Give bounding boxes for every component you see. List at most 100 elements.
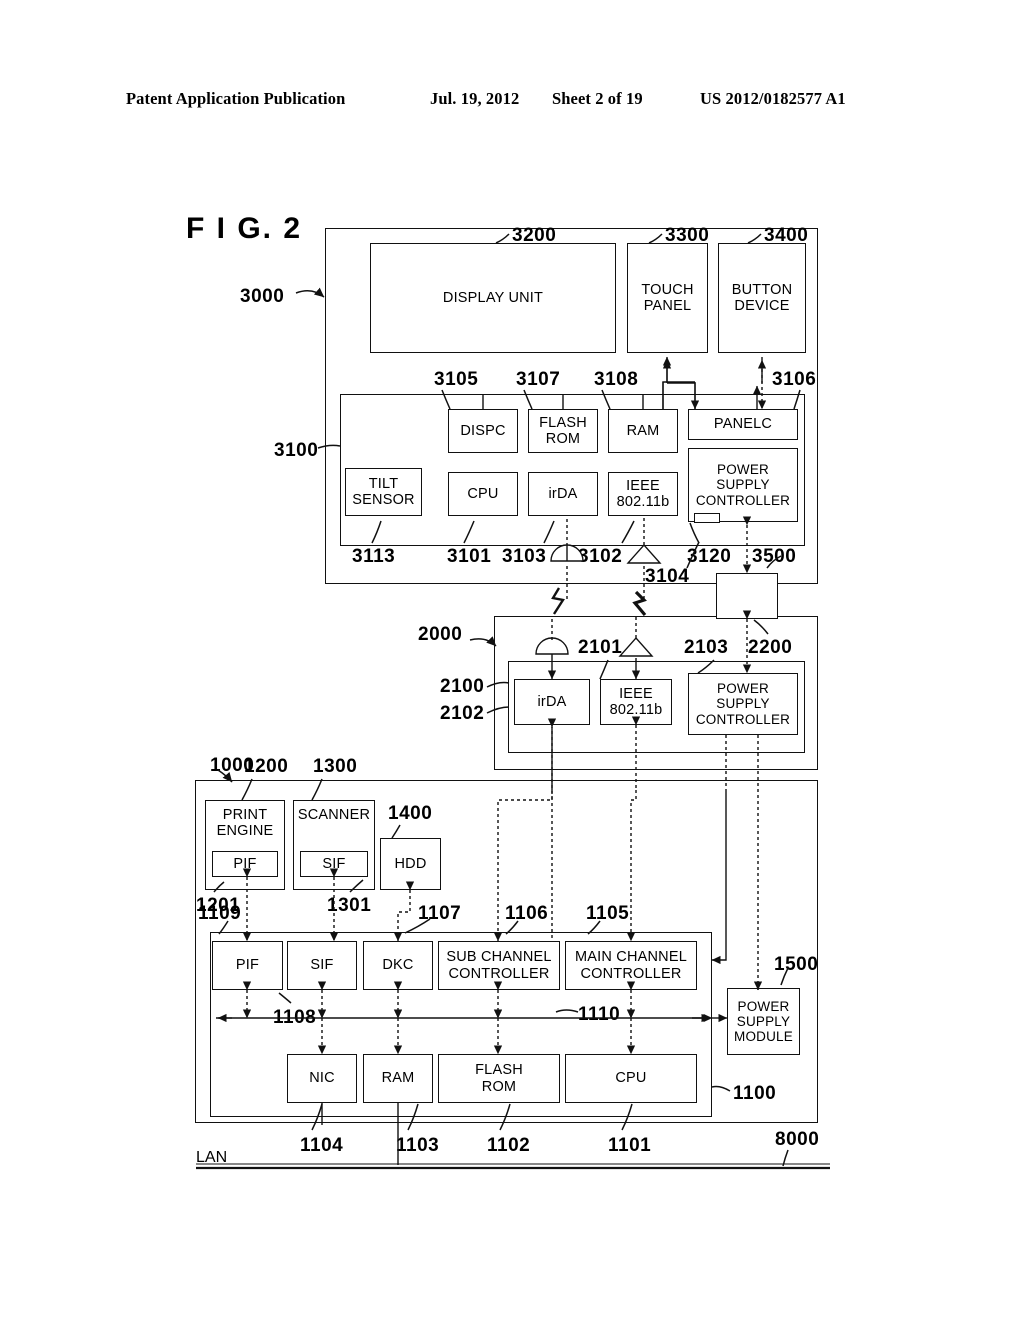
ref-1109: 1109	[198, 903, 242, 924]
ref-3105: 3105	[434, 369, 479, 390]
scanner-sif-box: SIF	[300, 851, 368, 877]
ram-3108-box: RAM	[608, 409, 678, 453]
main-channel-controller-box: MAIN CHANNEL CONTROLLER	[565, 941, 697, 990]
ref-2102: 2102	[440, 703, 485, 724]
ref-3113: 3113	[352, 546, 396, 567]
tilt-sensor-line2: SENSOR	[352, 492, 415, 508]
dispc-label: DISPC	[460, 422, 506, 439]
sub-channel-line1: SUB CHANNEL	[446, 949, 552, 966]
ref-3101: 3101	[447, 546, 492, 567]
flash-rom-1102-box: FLASH ROM	[438, 1054, 560, 1103]
psc-3120-line1: POWER	[716, 462, 769, 478]
ref-3108: 3108	[594, 369, 639, 390]
ieee-3102-line2: 802.11b	[616, 494, 670, 510]
ref-1400: 1400	[388, 803, 433, 824]
irda-2102-box: irDA	[514, 679, 590, 725]
touch-panel-label-line1: TOUCH	[641, 281, 694, 298]
psm-line3: MODULE	[734, 1029, 793, 1045]
scanner-sif-label: SIF	[322, 855, 346, 872]
cpu-1101-label: CPU	[615, 1070, 647, 1087]
tilt-sensor-box: TILT SENSOR	[345, 468, 422, 516]
ref-2100: 2100	[440, 676, 485, 697]
ref-3103: 3103	[502, 546, 547, 567]
ref-1103: 1103	[396, 1135, 440, 1156]
button-device-box: BUTTON DEVICE	[718, 243, 806, 353]
figure-sheet: Patent Application Publication Jul. 19, …	[0, 0, 1024, 1320]
panelc-box: PANELC	[688, 409, 798, 440]
ref-1105: 1105	[586, 903, 630, 924]
cpu-3101-label: CPU	[467, 485, 499, 502]
sif-1108-label: SIF	[310, 957, 334, 974]
display-unit-box: DISPLAY UNIT	[370, 243, 616, 353]
nic-1104-label: NIC	[309, 1070, 335, 1087]
ref-2101: 2101	[578, 637, 623, 658]
display-unit-label: DISPLAY UNIT	[442, 289, 544, 306]
flash-rom-1102-line1: FLASH	[475, 1062, 523, 1079]
irda-2102-label: irDA	[537, 693, 567, 710]
dock-connector-icon	[716, 573, 778, 619]
flash-rom-1102-line2: ROM	[481, 1078, 517, 1095]
main-channel-line1: MAIN CHANNEL	[575, 949, 687, 966]
ref-1110: 1110	[578, 1004, 621, 1025]
power-supply-module-box: POWER SUPPLY MODULE	[727, 988, 800, 1055]
ref-1301: 1301	[327, 895, 372, 916]
irda-3103-box: irDA	[528, 472, 598, 516]
ref-1107: 1107	[418, 903, 462, 924]
ref-3500: 3500	[752, 546, 797, 567]
header-sheet: Sheet 2 of 19	[552, 89, 643, 108]
ref-1104: 1104	[300, 1135, 344, 1156]
hdd-box: HDD	[380, 838, 441, 890]
cpu-3101-box: CPU	[448, 472, 518, 516]
psc-2103-line1: POWER	[716, 681, 769, 697]
psc-3120-line2: SUPPLY	[716, 477, 770, 493]
ref-1101: 1101	[608, 1135, 652, 1156]
pif-1109-box: PIF	[212, 941, 283, 990]
sub-channel-line2: CONTROLLER	[448, 965, 550, 982]
ram-3108-label: RAM	[626, 422, 660, 439]
panelc-label: PANELC	[713, 416, 773, 433]
header-left: Patent Application Publication	[126, 89, 346, 108]
nic-1104-box: NIC	[287, 1054, 357, 1103]
touch-panel-label-line2: PANEL	[643, 298, 692, 314]
flash-rom-3107-box: FLASH ROM	[528, 409, 598, 453]
touch-panel-box: TOUCH PANEL	[627, 243, 708, 353]
psc-2103-line2: SUPPLY	[716, 696, 770, 712]
ref-8000: 8000	[775, 1129, 820, 1150]
scanner-label: SCANNER	[297, 807, 371, 823]
ref-2103: 2103	[684, 637, 729, 658]
ref-1108: 1108	[273, 1007, 317, 1028]
ref-3200: 3200	[512, 225, 557, 246]
psc-3120-line3: CONTROLLER	[695, 492, 791, 508]
ref-1200: 1200	[244, 756, 289, 777]
header-date: Jul. 19, 2012	[430, 89, 520, 108]
ram-1103-label: RAM	[381, 1070, 415, 1087]
ieee-2101-line2: 802.11b	[609, 702, 663, 718]
flash-rom-3107-line2: ROM	[545, 431, 581, 447]
ieee-2101-line1: IEEE	[619, 685, 653, 702]
hdd-label: HDD	[394, 855, 427, 872]
button-device-label-line1: BUTTON	[731, 281, 793, 298]
ref-1106: 1106	[505, 903, 549, 924]
dkc-1107-box: DKC	[363, 941, 433, 990]
main-channel-line2: CONTROLLER	[580, 965, 682, 982]
ref-3000: 3000	[240, 286, 285, 307]
dkc-1107-label: DKC	[382, 957, 414, 974]
ref-1300: 1300	[313, 756, 358, 777]
pif-1109-label: PIF	[235, 957, 260, 974]
ref-2000: 2000	[418, 624, 463, 645]
button-device-label-line2: DEVICE	[734, 298, 790, 314]
power-supply-controller-2103-box: POWER SUPPLY CONTROLLER	[688, 673, 798, 735]
psm-line2: SUPPLY	[736, 1013, 791, 1029]
print-engine-pif-label: PIF	[233, 855, 257, 872]
print-engine-line1: PRINT	[222, 807, 268, 823]
ref-1102: 1102	[487, 1135, 531, 1156]
ieee-3102-box: IEEE 802.11b	[608, 472, 678, 516]
ref-3106: 3106	[772, 369, 817, 390]
ref-3300: 3300	[665, 225, 710, 246]
ref-3107: 3107	[516, 369, 561, 390]
psm-line1: POWER	[737, 998, 790, 1014]
ieee-2101-box: IEEE 802.11b	[600, 679, 672, 725]
ref-3400: 3400	[764, 225, 809, 246]
header-publication-number: US 2012/0182577 A1	[700, 89, 846, 108]
battery-contact-icon	[694, 513, 720, 523]
